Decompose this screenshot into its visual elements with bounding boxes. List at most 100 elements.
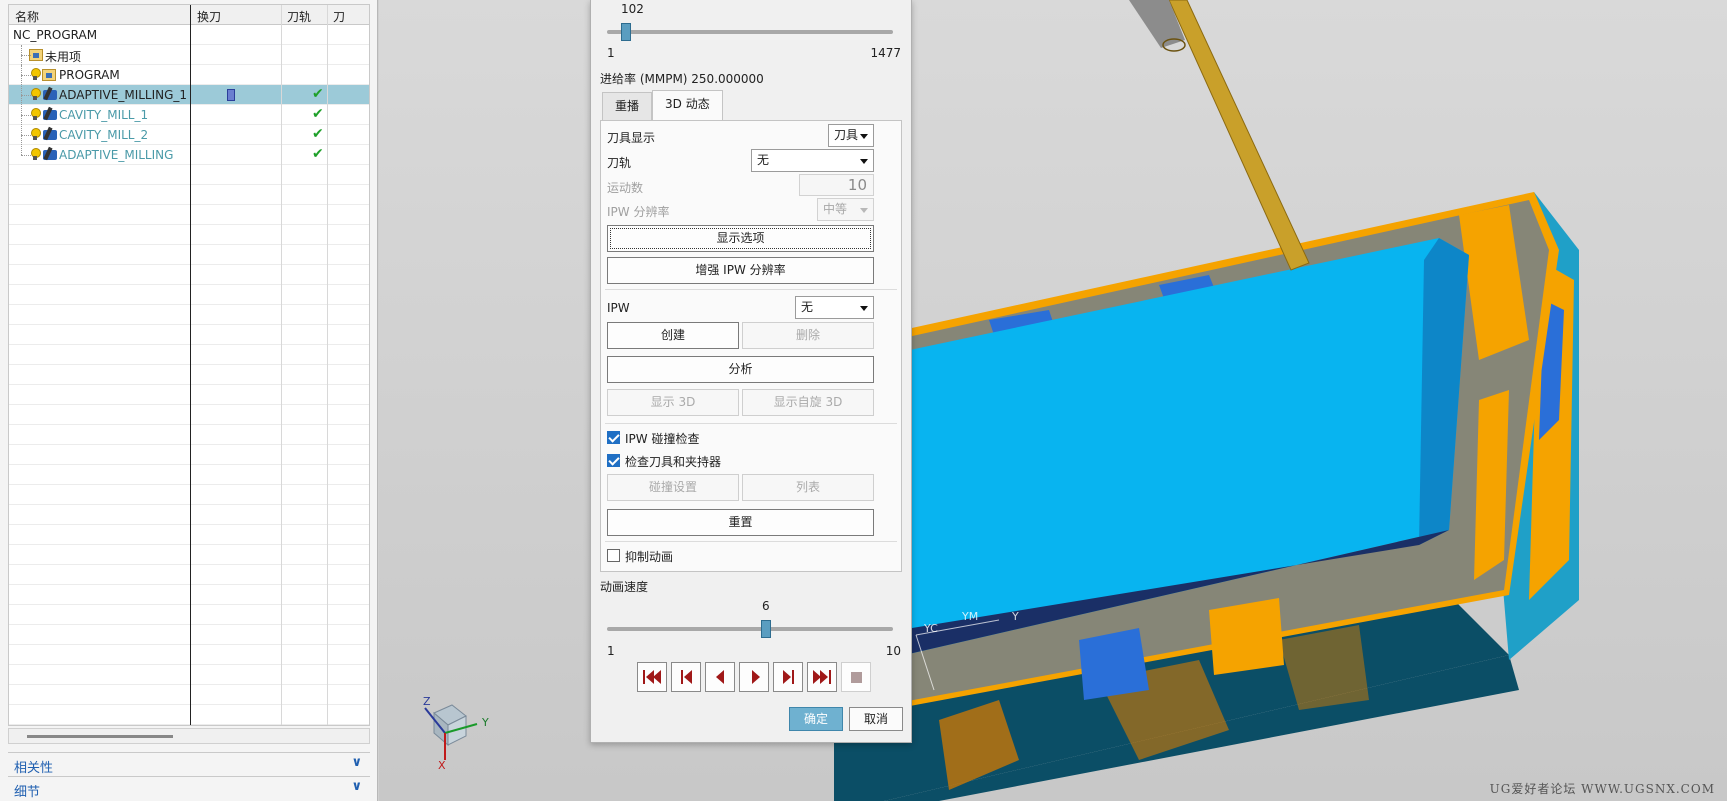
- display-options-button[interactable]: 显示选项: [607, 225, 874, 252]
- ok-button[interactable]: 确定: [789, 707, 843, 731]
- navigator-row[interactable]: NC_PROGRAM: [9, 25, 369, 45]
- status-bulb-icon: [31, 68, 41, 81]
- step-forward-button[interactable]: [773, 662, 803, 692]
- empty-row: [9, 605, 369, 625]
- wcs-ym-label: YM: [962, 610, 979, 623]
- graphics-viewport[interactable]: Z Y X YC YM Y UG爱好者论坛 WWW.UGSNX.COM: [379, 0, 1727, 801]
- wcs-yc-label: YC: [924, 622, 938, 635]
- ipw-resolution-label: IPW 分辨率: [607, 205, 670, 219]
- speed-slider-track[interactable]: [607, 627, 893, 631]
- view-triad-icon: [424, 704, 478, 760]
- program-folder-icon: [42, 69, 56, 81]
- section-dependencies[interactable]: 相关性 ∨: [8, 752, 370, 776]
- chevron-down-icon: [860, 208, 868, 213]
- check-tool-holder-checkbox[interactable]: [607, 454, 620, 467]
- ipw-select[interactable]: 无: [795, 296, 874, 319]
- empty-row: [9, 625, 369, 645]
- empty-row: [9, 585, 369, 605]
- ipw-label: IPW: [607, 301, 630, 315]
- machining-scene[interactable]: [379, 0, 1727, 801]
- tab-3d-dynamic[interactable]: 3D 动态: [652, 90, 723, 120]
- navigator-row[interactable]: 未用项: [9, 45, 369, 65]
- scrollbar-thumb[interactable]: [27, 735, 173, 738]
- speed-slider-value: 6: [762, 599, 770, 613]
- stop-button[interactable]: [841, 662, 871, 692]
- analyze-button[interactable]: 分析: [607, 356, 874, 383]
- play-backward-icon: [716, 670, 724, 684]
- toolpath-value: 无: [757, 153, 770, 167]
- suppress-animation-checkbox[interactable]: [607, 549, 620, 562]
- navigator-row-label: ADAPTIVE_MILLING: [59, 148, 174, 162]
- chevron-down-icon: [860, 159, 868, 164]
- navigator-row-label: ADAPTIVE_MILLING_1: [59, 88, 188, 102]
- empty-row: [9, 665, 369, 685]
- rewind-to-start-button[interactable]: [637, 662, 667, 692]
- toolpath-ok-check-icon: ✔: [312, 146, 324, 162]
- navigator-table: 名称 换刀 刀轨 刀 NC_PROGRAM 未用项 PROGRAM ADAPTIVE_…: [8, 4, 370, 726]
- empty-row: [9, 425, 369, 445]
- column-header-toolpath[interactable]: 刀轨: [287, 8, 311, 25]
- cancel-button[interactable]: 取消: [849, 707, 903, 731]
- column-header-tool-change[interactable]: 换刀: [197, 8, 221, 25]
- suppress-animation-label: 抑制动画: [625, 550, 674, 564]
- step-back-button[interactable]: [671, 662, 701, 692]
- play-forward-button[interactable]: [739, 662, 769, 692]
- empty-row: [9, 645, 369, 665]
- ipw-collision-check-checkbox[interactable]: [607, 431, 620, 444]
- check-tool-holder-label: 检查刀具和夹持器: [625, 455, 722, 469]
- step-forward-icon: [783, 670, 791, 684]
- position-slider-track[interactable]: [607, 30, 893, 34]
- delete-button[interactable]: 删除: [742, 322, 874, 349]
- navigator-horizontal-scrollbar[interactable]: [8, 728, 370, 744]
- play-backward-button[interactable]: [705, 662, 735, 692]
- list-button[interactable]: 列表: [742, 474, 874, 501]
- section-dependencies-label: 相关性: [14, 761, 54, 776]
- chevron-down-icon: [860, 306, 868, 311]
- tool-display-select[interactable]: 刀具: [828, 124, 874, 147]
- ipw-collision-check-label: IPW 碰撞检查: [625, 432, 700, 446]
- position-slider-thumb[interactable]: [621, 23, 632, 41]
- feed-rate-readout: 进给率 (MMPM) 250.000000: [600, 72, 764, 86]
- fast-forward-to-end-button[interactable]: [807, 662, 837, 692]
- empty-row: [9, 705, 369, 725]
- show-3d-button[interactable]: 显示 3D: [607, 389, 739, 416]
- enhance-ipw-resolution-button[interactable]: 增强 IPW 分辨率: [607, 257, 874, 284]
- navigator-row[interactable]: PROGRAM: [9, 65, 369, 85]
- reset-button[interactable]: 重置: [607, 509, 874, 536]
- tab-replay[interactable]: 重播: [602, 92, 653, 120]
- empty-row: [9, 485, 369, 505]
- navigator-header: 名称 换刀 刀轨 刀: [9, 5, 369, 25]
- navigator-row-label: CAVITY_MILL_1: [59, 108, 149, 122]
- collision-settings-button[interactable]: 碰撞设置: [607, 474, 739, 501]
- navigator-row[interactable]: CAVITY_MILL_1✔D: [9, 105, 369, 125]
- navigator-row[interactable]: CAVITY_MILL_2✔D: [9, 125, 369, 145]
- navigator-row[interactable]: ADAPTIVE_MILLING✔D: [9, 145, 369, 165]
- navigator-row-label: PROGRAM: [59, 68, 120, 82]
- empty-row: [9, 565, 369, 585]
- empty-row: [9, 365, 369, 385]
- section-details[interactable]: 细节 ∨: [8, 776, 370, 800]
- ipw-resolution-value: 中等: [823, 202, 848, 216]
- empty-row: [9, 465, 369, 485]
- ipw-resolution-select[interactable]: 中等: [817, 198, 874, 221]
- column-header-name[interactable]: 名称: [15, 8, 39, 25]
- operation-icon: [42, 127, 58, 142]
- play-icon: [752, 670, 760, 684]
- triad-y-label: Y: [482, 716, 489, 729]
- show-spin-3d-button[interactable]: 显示自旋 3D: [742, 389, 874, 416]
- empty-row: [9, 725, 369, 726]
- motion-count-field[interactable]: 10: [799, 174, 874, 196]
- chevron-down-icon: ∨: [351, 755, 362, 770]
- toolpath-select[interactable]: 无: [751, 149, 874, 172]
- speed-slider-thumb[interactable]: [761, 620, 772, 638]
- empty-row: [9, 285, 369, 305]
- navigator-row[interactable]: ADAPTIVE_MILLING_1✔D: [9, 85, 369, 105]
- toolpath-label: 刀轨: [607, 156, 632, 170]
- column-header-extra[interactable]: 刀: [333, 8, 345, 25]
- empty-row: [9, 405, 369, 425]
- ipw-value: 无: [801, 300, 814, 314]
- empty-row: [9, 225, 369, 245]
- create-button[interactable]: 创建: [607, 322, 739, 349]
- status-bulb-icon: [31, 148, 41, 161]
- status-bulb-icon: [31, 88, 41, 101]
